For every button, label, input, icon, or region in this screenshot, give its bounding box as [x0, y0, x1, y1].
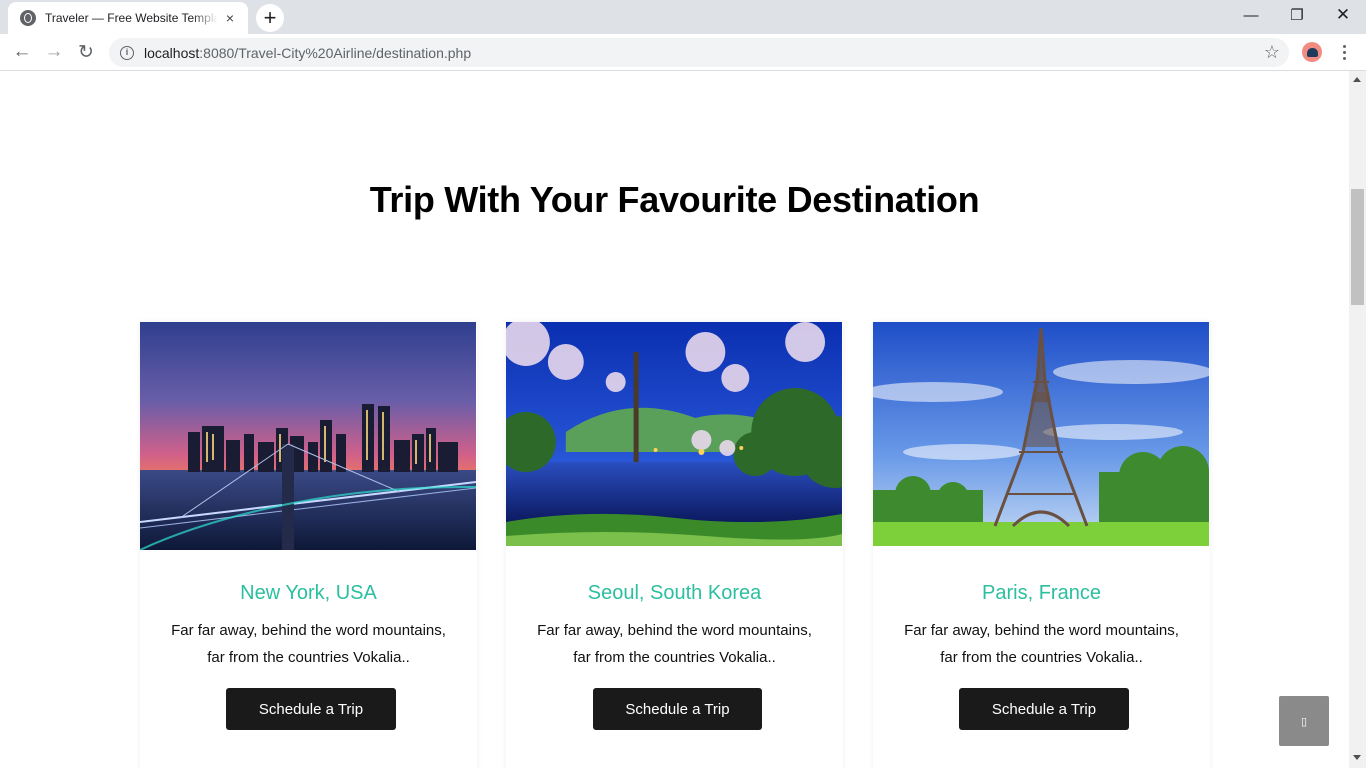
scroll-down-icon[interactable] [1353, 755, 1361, 760]
description-line: far from the countries Vokalia.. [207, 649, 410, 666]
description-line: Far far away, behind the word mountains, [904, 622, 1179, 639]
page-viewport: Trip With Your Favourite Destination New… [0, 71, 1349, 768]
scroll-up-icon[interactable] [1353, 77, 1361, 82]
info-icon[interactable]: i [120, 45, 134, 60]
browser-tab-bar: Traveler — Free Website Template × + — ❐… [0, 0, 1366, 34]
close-window-button[interactable]: ✕ [1320, 0, 1366, 30]
tab-close-icon[interactable]: × [222, 10, 238, 26]
address-bar[interactable]: i localhost:8080/Travel-City%20Airline/d… [109, 38, 1289, 67]
schedule-trip-button[interactable]: Schedule a Trip [593, 688, 762, 730]
destination-description: Far far away, behind the word mountains,… [526, 617, 823, 671]
section-title: Trip With Your Favourite Destination [369, 179, 980, 220]
browser-tab[interactable]: Traveler — Free Website Template × [8, 2, 248, 34]
description-line: Far far away, behind the word mountains, [171, 622, 446, 639]
destination-city[interactable]: Paris, France [873, 582, 1210, 605]
description-line: far from the countries Vokalia.. [573, 649, 776, 666]
description-line: far from the countries Vokalia.. [940, 649, 1143, 666]
globe-icon [20, 10, 36, 26]
destination-card: Paris, France Far far away, behind the w… [873, 322, 1210, 768]
seoul-photo [506, 322, 842, 546]
restore-button[interactable]: ❐ [1274, 0, 1320, 30]
scroll-thumb[interactable] [1351, 189, 1364, 305]
schedule-trip-button[interactable]: Schedule a Trip [959, 688, 1129, 730]
back-arrow-icon[interactable]: ← [7, 37, 37, 67]
browser-toolbar: ← → ↻ i localhost:8080/Travel-City%20Air… [0, 34, 1366, 71]
profile-avatar[interactable] [1302, 42, 1322, 62]
schedule-trip-button[interactable]: Schedule a Trip [226, 688, 396, 730]
destination-city[interactable]: New York, USA [140, 582, 477, 605]
destination-city[interactable]: Seoul, South Korea [506, 582, 843, 605]
bookmark-star-icon[interactable]: ☆ [1264, 42, 1280, 62]
reload-icon[interactable]: ↻ [71, 37, 101, 67]
back-to-top-button[interactable]: ▯ [1279, 696, 1329, 746]
url-text[interactable]: localhost:8080/Travel-City%20Airline/des… [144, 45, 471, 61]
page-scrollbar[interactable] [1349, 71, 1366, 768]
new-tab-button[interactable]: + [256, 4, 284, 32]
tab-title: Traveler — Free Website Template [45, 11, 218, 25]
new-york-photo [140, 322, 476, 550]
url-path: :8080/Travel-City%20Airline/destination.… [199, 44, 472, 61]
forward-arrow-icon[interactable]: → [39, 37, 69, 67]
kebab-menu-icon[interactable] [1334, 38, 1354, 66]
minimize-button[interactable]: — [1228, 0, 1274, 30]
destination-description: Far far away, behind the word mountains,… [893, 617, 1190, 671]
destination-card: New York, USA Far far away, behind the w… [140, 322, 477, 768]
paris-photo [873, 322, 1209, 546]
url-host: localhost [144, 44, 200, 61]
description-line: Far far away, behind the word mountains, [537, 622, 812, 639]
destination-description: Far far away, behind the word mountains,… [160, 617, 457, 671]
destination-card: Seoul, South Korea Far far away, behind … [506, 322, 843, 768]
